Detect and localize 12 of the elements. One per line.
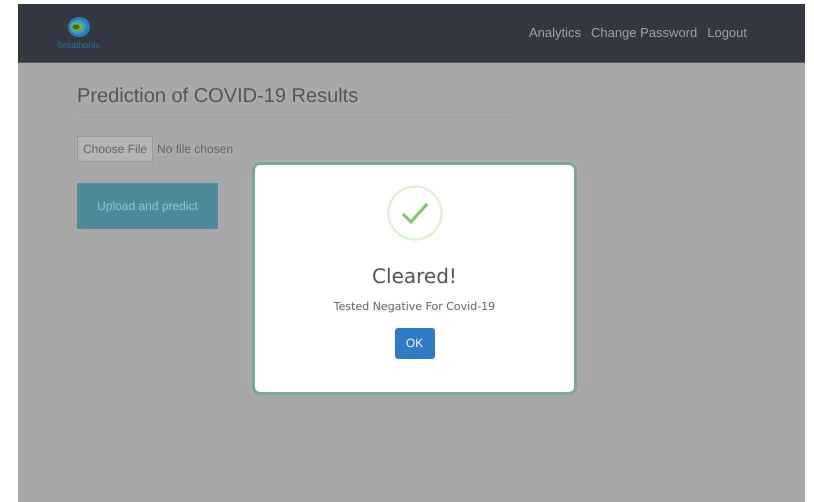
nav-link[interactable]: Logout <box>707 23 747 43</box>
check-icon <box>386 185 442 241</box>
file-status: No file chosen <box>157 141 234 158</box>
ok-button[interactable]: OK <box>394 328 434 358</box>
dialog-title: Cleared! <box>372 263 457 290</box>
dialog-message: Tested Negative For Covid-19 <box>334 299 496 315</box>
page-title: Prediction of COVID-19 Results <box>77 81 517 118</box>
nav-link[interactable]: Change Password <box>591 23 698 43</box>
logo-text: breathonix <box>58 41 100 50</box>
choose-file-button[interactable]: Choose File <box>77 136 154 162</box>
logo-icon <box>67 16 92 38</box>
nav-link[interactable]: Analytics <box>528 23 581 43</box>
